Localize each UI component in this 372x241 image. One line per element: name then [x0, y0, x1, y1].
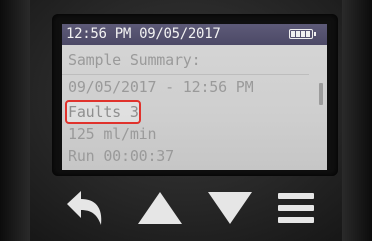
status-bar: 12:56 PM 09/05/2017 — [62, 24, 327, 45]
lcd-screen: 12:56 PM 09/05/2017 Sample Summary: 09/0… — [62, 24, 327, 170]
sample-datetime: 09/05/2017 - 12:56 PM — [68, 78, 254, 96]
scrollbar[interactable] — [319, 83, 323, 105]
flow-rate: 125 ml/min — [68, 125, 157, 143]
screen-title: Sample Summary: — [68, 51, 201, 69]
faults-count[interactable]: Faults 3 — [68, 103, 139, 121]
back-arrow-icon — [63, 188, 109, 228]
divider — [62, 74, 309, 75]
menu-button[interactable] — [266, 182, 326, 234]
down-arrow-icon — [206, 190, 254, 226]
up-arrow-icon — [136, 190, 184, 226]
menu-icon — [276, 190, 316, 226]
status-datetime: 12:56 PM 09/05/2017 — [66, 26, 221, 42]
up-button[interactable] — [130, 182, 190, 234]
run-time: Run 00:00:37 — [68, 147, 174, 165]
back-button[interactable] — [56, 182, 116, 234]
battery-icon — [289, 29, 316, 39]
down-button[interactable] — [200, 182, 260, 234]
